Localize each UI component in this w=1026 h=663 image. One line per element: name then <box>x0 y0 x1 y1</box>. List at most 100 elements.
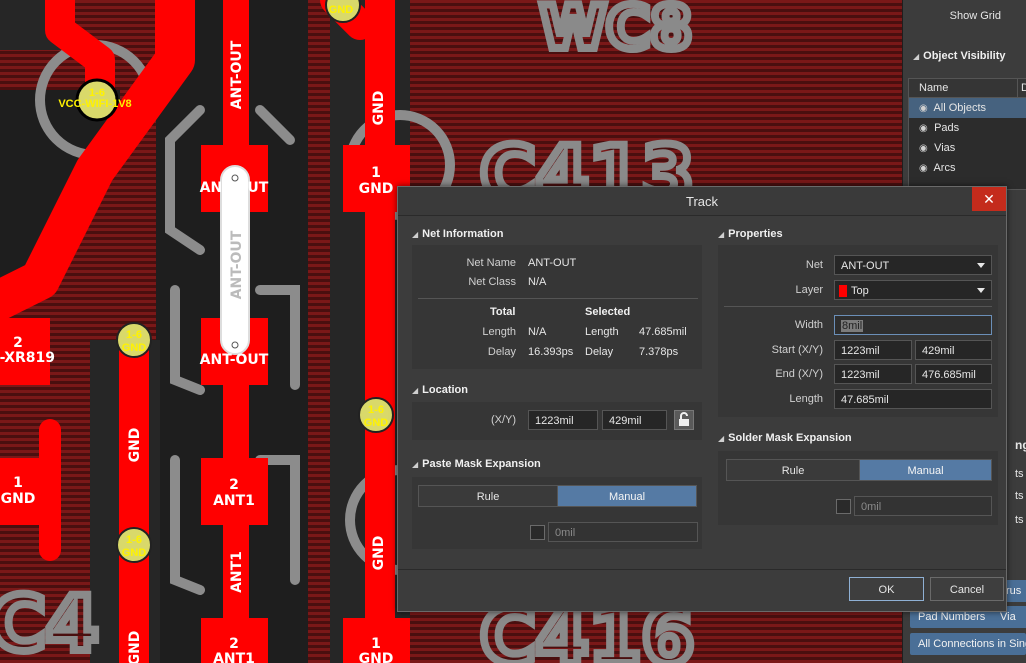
list-item-label: Vias <box>934 142 956 154</box>
total-column-header: Total <box>490 306 516 318</box>
table-header[interactable]: Name D <box>909 79 1026 98</box>
pad-net-label: ANT-OUT <box>200 180 269 196</box>
selected-column-header: Selected <box>585 306 631 318</box>
chevron-down-icon <box>977 288 985 293</box>
dialog-titlebar[interactable]: Track ✕ <box>398 187 1006 216</box>
solder-mask-header[interactable]: ◢ Solder Mask Expansion <box>718 432 852 444</box>
start-y-input[interactable]: 429mil <box>915 340 992 360</box>
name-column-header[interactable]: Name <box>919 82 948 94</box>
truncated-label: ts <box>1015 468 1024 480</box>
paste-mask-rule-toggle[interactable]: Rule <box>418 485 558 507</box>
solder-mask-manual-toggle[interactable]: Manual <box>859 459 992 481</box>
section-title: Solder Mask Expansion <box>728 432 852 444</box>
location-xy-label: (X/Y) <box>490 414 516 426</box>
end-y-input[interactable]: 476.685mil <box>915 364 992 384</box>
list-item-arcs[interactable]: ◉ Arcs <box>909 158 1026 178</box>
track-dialog: Track ✕ ◢ Net Information Net Name ANT-OU… <box>397 186 1007 612</box>
track-net-label: ANT-OUT <box>229 230 245 299</box>
solder-mask-section: Rule Manual 0mil <box>718 451 998 525</box>
properties-header[interactable]: ◢ Properties <box>718 228 783 240</box>
divider <box>724 306 992 307</box>
location-header[interactable]: ◢ Location <box>412 384 468 396</box>
collapse-triangle-icon[interactable]: ◢ <box>412 386 418 395</box>
paste-mask-checkbox[interactable] <box>530 525 545 540</box>
via-net-label: VCC-WIFI-1V8 <box>58 98 131 110</box>
solder-mask-value-input[interactable]: 0mil <box>854 496 992 516</box>
cancel-button[interactable]: Cancel <box>930 577 1004 601</box>
pad-number: 2 <box>229 477 239 493</box>
via-layers-label: 1-6 <box>126 329 142 341</box>
object-visibility-table[interactable]: Name D ◉ All Objects ◉ Pads ◉ Vias ◉ Arc… <box>908 78 1026 190</box>
track-net-label: GND <box>127 631 143 663</box>
object-visibility-title: Object Visibility <box>923 50 1006 62</box>
truncated-label: ts <box>1015 490 1024 502</box>
total-length-value: N/A <box>528 326 547 338</box>
object-visibility-header[interactable]: ◢ Object Visibility <box>913 50 1026 62</box>
track-length-label: Length <box>789 393 823 405</box>
end-xy-label: End (X/Y) <box>775 368 823 380</box>
eye-icon[interactable]: ◉ <box>919 119 931 139</box>
list-item-pads[interactable]: ◉ Pads <box>909 118 1026 138</box>
collapse-triangle-icon[interactable]: ◢ <box>913 52 919 61</box>
pad-number: 1 <box>371 636 381 652</box>
pad-net-label: ANT1 <box>213 493 255 509</box>
track-net-label: GND <box>371 91 387 126</box>
start-x-input[interactable]: 1223mil <box>834 340 912 360</box>
paste-mask-header[interactable]: ◢ Paste Mask Expansion <box>412 458 541 470</box>
pad-number: 1 <box>13 475 23 491</box>
column-header[interactable]: D <box>1017 79 1026 97</box>
layer-label: Layer <box>795 284 823 296</box>
track-net-label: ANT1 <box>229 551 245 593</box>
pad-number: 1 <box>371 165 381 181</box>
toggle-button[interactable]: rus <box>1004 580 1026 602</box>
length-label: Length <box>482 326 516 338</box>
ok-button[interactable]: OK <box>849 577 924 601</box>
collapse-triangle-icon[interactable]: ◢ <box>412 230 418 239</box>
list-item-vias[interactable]: ◉ Vias <box>909 138 1026 158</box>
delay-label: Delay <box>487 346 516 358</box>
location-x-input[interactable]: 1223mil <box>528 410 598 430</box>
list-item-label: Arcs <box>933 162 956 174</box>
location-y-input[interactable]: 429mil <box>602 410 667 430</box>
via-net-label: GND <box>329 4 354 16</box>
layer-color-swatch <box>839 285 847 297</box>
solder-mask-checkbox[interactable] <box>836 499 851 514</box>
lock-icon[interactable] <box>674 410 694 430</box>
net-information-section: Net Name ANT-OUT Net Class N/A Total Sel… <box>412 245 702 369</box>
collapse-triangle-icon[interactable]: ◢ <box>412 460 418 469</box>
net-name-value: ANT-OUT <box>528 257 577 269</box>
end-x-input[interactable]: 1223mil <box>834 364 912 384</box>
via-net-label: GND <box>364 417 389 429</box>
net-information-header[interactable]: ◢ Net Information <box>412 228 503 240</box>
collapse-triangle-icon[interactable]: ◢ <box>718 230 724 239</box>
eye-icon[interactable]: ◉ <box>919 139 931 159</box>
track-length-input[interactable]: 47.685mil <box>834 389 992 409</box>
section-title: Paste Mask Expansion <box>422 458 541 470</box>
width-value: 8mil <box>841 320 864 332</box>
pad-net-label: ANT1 <box>213 651 255 663</box>
truncated-label: ts <box>1015 514 1024 526</box>
width-label: Width <box>794 319 823 331</box>
width-input[interactable]: 8mil <box>834 315 992 335</box>
show-grid-label[interactable]: Show Grid <box>950 10 1001 22</box>
net-dropdown[interactable]: ANT-OUT <box>834 255 992 275</box>
paste-mask-value-input[interactable]: 0mil <box>548 522 698 542</box>
footer-divider <box>398 569 1006 570</box>
solder-mask-rule-toggle[interactable]: Rule <box>726 459 860 481</box>
selected-delay-label: Delay <box>585 346 614 358</box>
net-name-label: Net Name <box>466 257 516 269</box>
layer-dropdown-value: Top <box>851 285 869 297</box>
paste-mask-manual-toggle[interactable]: Manual <box>557 485 697 507</box>
pad-net-label: C-XR819 <box>0 350 55 366</box>
pad-net-label: GND <box>1 491 36 507</box>
all-connections-button[interactable]: All Connections in Sing <box>910 633 1026 655</box>
list-item-label: All Objects <box>933 102 987 114</box>
close-button[interactable]: ✕ <box>972 187 1006 211</box>
eye-icon[interactable]: ◉ <box>919 99 931 119</box>
via-net-label: GND <box>122 547 147 559</box>
eye-icon[interactable]: ◉ <box>919 159 931 179</box>
properties-section: Net ANT-OUT Layer Top Width 8mil Start (… <box>718 245 998 417</box>
collapse-triangle-icon[interactable]: ◢ <box>718 434 724 443</box>
layer-dropdown[interactable]: Top <box>834 280 992 300</box>
list-item-all-objects[interactable]: ◉ All Objects <box>909 98 1026 118</box>
